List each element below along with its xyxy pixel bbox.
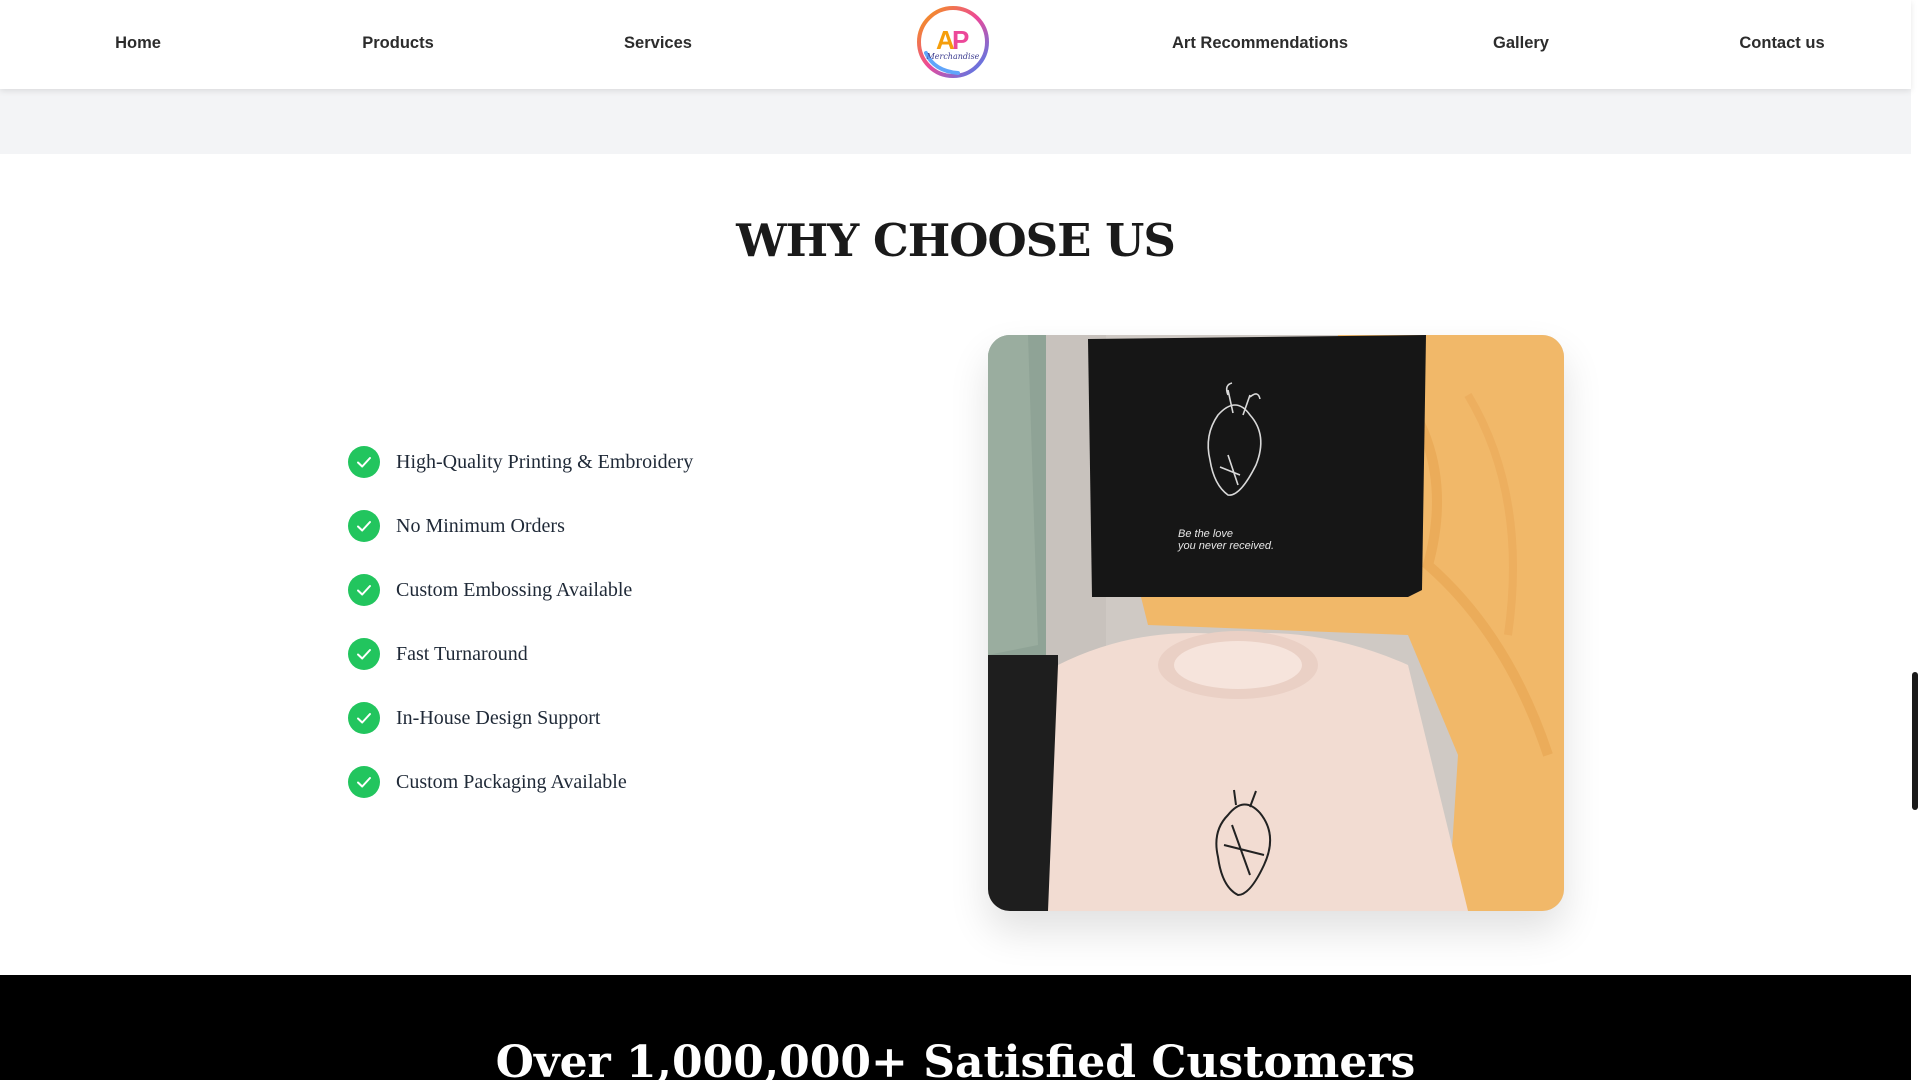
section-title: WHY CHOOSE US: [736, 214, 1176, 267]
check-circle-icon: [348, 446, 380, 478]
feature-label: Fast Turnaround: [396, 642, 528, 665]
scrollbar-thumb[interactable]: [1912, 672, 1918, 810]
nav-art-recommendations[interactable]: Art Recommendations: [1172, 0, 1348, 86]
feature-item: In-House Design Support: [348, 702, 693, 734]
nav-home[interactable]: Home: [115, 0, 161, 86]
shirt-text-line2: you never received.: [1177, 540, 1274, 552]
feature-label: High-Quality Printing & Embroidery: [396, 450, 694, 473]
nav-contact-us[interactable]: Contact us: [1739, 0, 1824, 86]
feature-item: Custom Embossing Available: [348, 574, 693, 606]
feature-label: In-House Design Support: [396, 706, 601, 729]
feature-item: Fast Turnaround: [348, 638, 693, 670]
scrollbar-track[interactable]: [1911, 0, 1920, 1080]
check-circle-icon: [348, 638, 380, 670]
hero-bottom-band: [0, 89, 1911, 154]
check-circle-icon: [348, 510, 380, 542]
check-circle-icon: [348, 766, 380, 798]
tshirts-photo: Be the love you never received.: [988, 335, 1564, 911]
shirt-text-line1: Be the love: [1178, 528, 1233, 540]
feature-label: Custom Packaging Available: [396, 770, 627, 793]
feature-item: High-Quality Printing & Embroidery: [348, 446, 693, 478]
nav-services[interactable]: Services: [624, 0, 692, 86]
feature-label: Custom Embossing Available: [396, 578, 633, 601]
logo-script: Merchandise: [926, 52, 980, 61]
customers-band: Over 1,000,000+ Satisfied Customers: [0, 975, 1911, 1080]
feature-list: High-Quality Printing & Embroidery No Mi…: [348, 446, 693, 830]
site-header: Home Products Services A P Merchandise A…: [0, 0, 1911, 89]
nav-products[interactable]: Products: [362, 0, 434, 86]
feature-item: Custom Packaging Available: [348, 766, 693, 798]
check-circle-icon: [348, 574, 380, 606]
feature-label: No Minimum Orders: [396, 514, 565, 537]
feature-item: No Minimum Orders: [348, 510, 693, 542]
customers-heading: Over 1,000,000+ Satisfied Customers: [495, 1037, 1416, 1080]
nav-gallery[interactable]: Gallery: [1493, 0, 1549, 86]
logo-initials-p: P: [952, 25, 969, 55]
check-circle-icon: [348, 702, 380, 734]
brand-logo[interactable]: A P Merchandise: [914, 3, 992, 81]
